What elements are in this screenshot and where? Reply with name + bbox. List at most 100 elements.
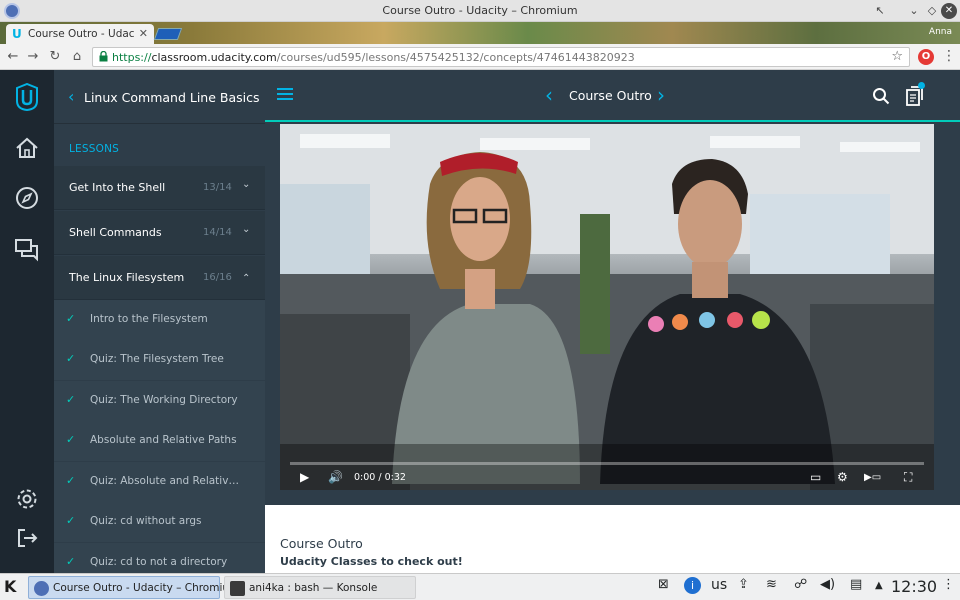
concept-content: Course Outro Udacity Classes to check ou… [265,505,960,573]
home-icon[interactable] [13,134,41,162]
lesson-item[interactable]: Shell Commands 14/14 ⌄ [54,211,265,255]
check-icon: ✓ [66,352,76,365]
concept-item[interactable]: ✓ Quiz: cd without args [54,502,265,542]
check-icon: ✓ [66,393,76,406]
forward-icon[interactable]: → [24,48,42,66]
video-area: ▶ 🔊 0:00 / 0:32 ▭ ⚙ ▶▭ ⛶ [265,122,960,505]
lesson-item[interactable]: The Linux Filesystem 16/16 ⌃ [54,256,265,300]
concept-item[interactable]: ✓ Quiz: cd to not a directory [54,543,265,573]
chevron-left-icon[interactable]: ‹ [68,87,74,106]
taskbar-item[interactable]: Course Outro - Udacity – Chromium [28,576,239,599]
reload-icon[interactable]: ↻ [46,48,64,66]
lesson-name: The Linux Filesystem [69,271,185,284]
check-icon: ✓ [66,433,76,446]
chromium-icon [34,581,49,596]
course-title[interactable]: Linux Command Line Basics [84,90,260,105]
lesson-progress: 13/14 [203,182,232,193]
minimize-button[interactable]: ⌄ [906,3,922,19]
tab-title: Course Outro - Udacity [28,28,134,40]
compass-icon[interactable] [13,184,41,212]
video-progress-bar[interactable] [290,462,924,465]
concept-name: Quiz: The Filesystem Tree [90,353,224,365]
chevron-down-icon: ⌄ [242,179,251,190]
screenshot-icon[interactable]: ⊠ [658,577,669,592]
taskbar-item-label: Course Outro - Udacity – Chromium [53,582,240,594]
concept-name: Quiz: cd to not a directory [90,556,228,568]
maximize-button[interactable]: ◇ [924,3,940,19]
network-icon[interactable]: ≋ [766,577,777,592]
chevron-up-icon: ⌃ [242,273,251,284]
concept-name: Quiz: cd without args [90,515,202,527]
bookmark-star-icon[interactable]: ☆ [891,49,903,64]
youtube-logo-icon[interactable]: ▶▭ [864,472,881,483]
volume-icon[interactable]: ◀) [820,577,835,592]
back-icon[interactable]: ← [4,48,22,66]
check-icon: ✓ [66,474,76,487]
clipboard-icon[interactable]: ▤ [850,577,862,592]
logout-icon[interactable] [13,524,41,552]
lock-icon [99,51,108,62]
address-bar[interactable]: https://classroom.udacity.com/courses/ud… [92,47,910,67]
home-icon[interactable]: ⌂ [68,48,86,66]
concept-item[interactable]: ✓ Intro to the Filesystem [54,300,265,340]
lesson-name: Shell Commands [69,226,162,239]
connect-icon[interactable]: ☍ [794,577,807,592]
close-window-button[interactable]: ✕ [941,3,957,19]
menu-icon[interactable] [277,88,293,103]
check-icon: ✓ [66,555,76,568]
tray-expand-icon[interactable]: ▲ [875,580,883,591]
browser-menu-icon[interactable]: ⋮ [942,48,956,64]
fullscreen-icon[interactable]: ⛶ [904,470,912,485]
video-time: 0:00 / 0:32 [354,472,406,483]
clock[interactable]: 12:30 [891,577,937,596]
window-title: Course Outro - Udacity – Chromium [382,4,578,17]
concept-item[interactable]: ✓ Quiz: Absolute and Relative Paths [54,462,265,502]
url-text: https://classroom.udacity.com/courses/ud… [112,51,635,64]
extension-icon[interactable]: O [918,49,934,65]
next-concept-icon[interactable]: › [657,83,665,107]
classroom-app: ‹ Linux Command Line Basics LESSONS Get … [0,70,960,573]
kde-launcher-icon[interactable]: K [4,577,16,596]
play-icon[interactable]: ▶ [300,470,309,484]
nav-rail [0,70,54,573]
tab-strip: U Course Outro - Udacity ✕ Anna [0,22,960,44]
search-icon[interactable] [872,87,890,105]
volume-icon[interactable]: 🔊 [328,470,343,484]
cursor-icon: ↖ [875,4,885,17]
settings-icon[interactable] [13,485,41,513]
close-tab-icon[interactable]: ✕ [139,27,148,40]
browser-toolbar: ← → ↻ ⌂ https://classroom.udacity.com/co… [0,44,960,70]
concept-item[interactable]: ✓ Absolute and Relative Paths [54,421,265,461]
udacity-logo-icon[interactable] [13,83,41,111]
taskbar-item[interactable]: ani4ka : bash — Konsole [224,576,416,599]
konsole-icon [230,581,245,596]
keyboard-layout[interactable]: us [711,577,727,593]
chat-icon[interactable] [13,235,41,263]
concept-name: Absolute and Relative Paths [90,434,237,446]
content-title: Course Outro [280,536,363,551]
video-player[interactable]: ▶ 🔊 0:00 / 0:32 ▭ ⚙ ▶▭ ⛶ [280,124,934,490]
new-tab-button[interactable] [153,28,183,40]
video-frame [280,124,934,490]
lesson-progress: 14/14 [203,227,232,238]
info-icon[interactable]: i [684,577,701,594]
lesson-progress: 16/16 [203,272,232,283]
check-icon: ✓ [66,312,76,325]
captions-icon[interactable]: ▭ [810,470,821,484]
video-settings-icon[interactable]: ⚙ [837,470,848,484]
system-taskbar: K Course Outro - Udacity – Chromium ani4… [0,573,960,600]
lesson-item[interactable]: Get Into the Shell 13/14 ⌄ [54,166,265,210]
udacity-favicon-icon: U [12,27,22,41]
check-icon: ✓ [66,514,76,527]
panel-menu-icon[interactable]: ⋮ [942,577,955,592]
sidebar-header[interactable]: ‹ Linux Command Line Basics [54,70,265,124]
concept-name: Quiz: Absolute and Relative Paths [90,475,240,487]
browser-tab[interactable]: U Course Outro - Udacity ✕ [6,24,154,44]
chevron-down-icon: ⌄ [242,224,251,235]
concept-item[interactable]: ✓ Quiz: The Filesystem Tree [54,340,265,380]
notification-dot [918,82,925,89]
updates-icon[interactable]: ⇪ [738,577,749,592]
previous-concept-icon[interactable]: ‹ [545,83,553,107]
concept-item[interactable]: ✓ Quiz: The Working Directory [54,381,265,421]
profile-name[interactable]: Anna [929,27,952,37]
